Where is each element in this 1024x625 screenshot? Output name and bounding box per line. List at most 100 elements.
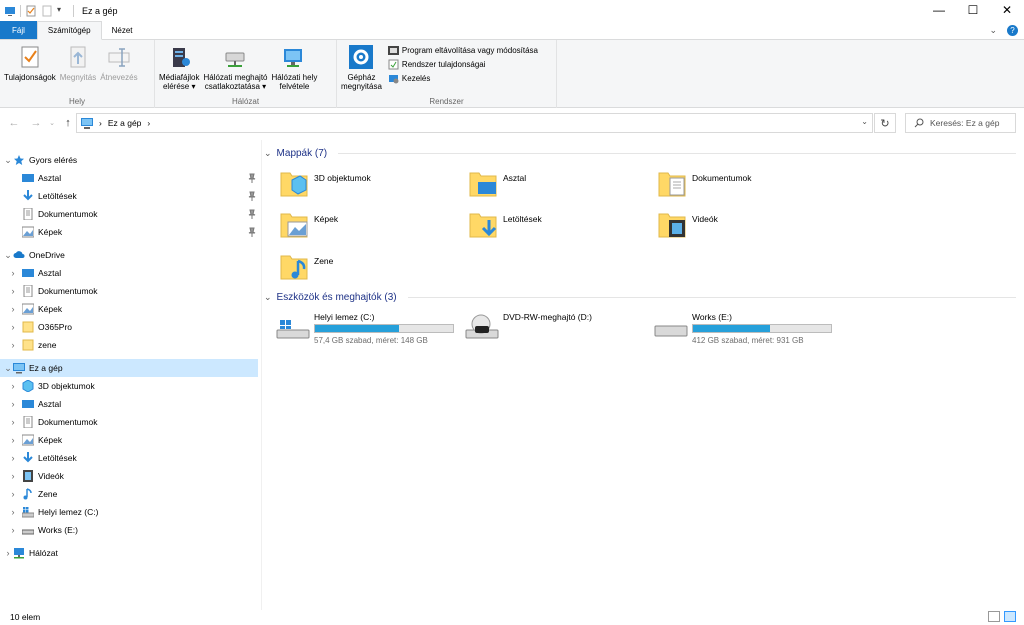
maximize-button[interactable]: ☐ — [956, 0, 990, 20]
folder-documents[interactable]: Dokumentumok — [658, 168, 752, 198]
nav-onedrive[interactable]: ⌄ OneDrive — [0, 246, 258, 264]
expand-icon[interactable]: › — [8, 471, 18, 481]
nav-quick-access[interactable]: ⌄ Gyors elérés — [0, 151, 258, 169]
forward-button[interactable]: → — [28, 117, 44, 129]
address-bar[interactable]: › Ez a gép › ⌄ — [76, 113, 873, 133]
nav-od-documents[interactable]: › Dokumentumok — [0, 282, 258, 300]
group-label-system: Rendszer — [429, 97, 464, 106]
pin-icon[interactable] — [248, 209, 256, 219]
nav-qa-pictures[interactable]: Képek — [0, 223, 258, 241]
folder-music[interactable]: Zene — [280, 251, 333, 281]
nav-pc-documents[interactable]: › Dokumentumok — [0, 413, 258, 431]
expand-icon[interactable]: › — [8, 525, 18, 535]
drive-works-e[interactable]: Works (E:) 412 GB szabad, méret: 931 GB — [654, 312, 832, 345]
search-placeholder: Keresés: Ez a gép — [930, 118, 1000, 128]
folders-section-header[interactable]: ⌄ Mappák (7) — [264, 148, 1016, 159]
devices-section-header[interactable]: ⌄ Eszközök és meghajtók (3) — [264, 292, 1016, 303]
nav-od-o365pro[interactable]: › O365Pro — [0, 318, 258, 336]
manage-button[interactable]: Kezelés — [388, 73, 538, 84]
computer-icon[interactable] — [4, 5, 16, 17]
tab-file[interactable]: Fájl — [0, 21, 37, 39]
collapse-icon[interactable]: ⌄ — [264, 148, 272, 159]
nav-pc-music[interactable]: › Zene — [0, 485, 258, 503]
nav-qa-documents[interactable]: Dokumentumok — [0, 205, 258, 223]
nav-pc-pictures[interactable]: › Képek — [0, 431, 258, 449]
uninstall-program-button[interactable]: Program eltávolítása vagy módosítása — [387, 45, 538, 56]
folder-3d-objects[interactable]: 3D objektumok — [280, 168, 371, 198]
expand-icon[interactable]: › — [8, 340, 18, 350]
minimize-button[interactable]: — — [922, 0, 956, 20]
expand-icon[interactable]: › — [8, 435, 18, 445]
up-button[interactable]: ↑ — [60, 117, 76, 129]
nav-label: Dokumentumok — [38, 286, 98, 296]
breadcrumb-this-pc[interactable]: Ez a gép — [108, 118, 142, 128]
new-folder-icon[interactable] — [41, 5, 53, 17]
properties-icon[interactable] — [25, 5, 37, 17]
drive-free-space: 412 GB szabad, méret: 931 GB — [692, 336, 804, 345]
large-icons-view-button[interactable] — [1004, 611, 1016, 622]
expand-icon[interactable]: › — [8, 399, 18, 409]
expand-icon[interactable]: › — [8, 489, 18, 499]
drive-dvd-rw-d[interactable]: DVD-RW-meghajtó (D:) — [465, 312, 592, 340]
pictures-icon — [22, 226, 34, 238]
folder-downloads[interactable]: Letöltések — [469, 209, 542, 239]
nav-qa-desktop[interactable]: Asztal — [0, 169, 258, 187]
refresh-button[interactable]: ↻ — [874, 113, 896, 133]
star-icon — [14, 155, 24, 165]
customize-qat-icon[interactable]: ▾ — [57, 5, 69, 17]
nav-pc-videos[interactable]: › Videók — [0, 467, 258, 485]
nav-pc-3d-objects[interactable]: › 3D objektumok — [0, 377, 258, 395]
back-button[interactable]: ← — [6, 117, 22, 129]
pin-icon[interactable] — [248, 173, 256, 183]
nav-od-zene[interactable]: › zene — [0, 336, 258, 354]
expand-icon[interactable]: › — [8, 381, 18, 391]
nav-od-desktop[interactable]: › Asztal — [0, 264, 258, 282]
drive-name: DVD-RW-meghajtó (D:) — [503, 312, 592, 322]
ribbon: Tulajdonságok Megnyitás Átnevezés Hely M… — [0, 40, 1024, 108]
expand-icon[interactable]: › — [8, 268, 18, 278]
expand-icon[interactable]: › — [8, 304, 18, 314]
collapse-icon[interactable]: ⌄ — [3, 155, 13, 166]
nav-pc-works-e[interactable]: › Works (E:) — [0, 521, 258, 539]
nav-network[interactable]: › Hálózat — [0, 544, 258, 562]
expand-icon[interactable]: › — [8, 322, 18, 332]
desktop-icon — [22, 400, 34, 408]
pin-icon[interactable] — [248, 227, 256, 237]
expand-icon[interactable]: › — [8, 507, 18, 517]
tab-computer[interactable]: Számítógép — [36, 21, 102, 40]
pane-divider[interactable] — [261, 140, 262, 610]
separator — [73, 5, 74, 17]
nav-od-pictures[interactable]: › Képek — [0, 300, 258, 318]
folder-videos[interactable]: Videók — [658, 209, 718, 239]
videos-icon — [23, 470, 33, 482]
address-dropdown-icon[interactable]: ⌄ — [861, 117, 868, 126]
collapse-icon[interactable]: ⌄ — [3, 250, 13, 261]
close-button[interactable]: ✕ — [990, 0, 1024, 20]
nav-qa-downloads[interactable]: Letöltések — [0, 187, 258, 205]
expand-icon[interactable]: › — [3, 548, 13, 558]
folder-pictures[interactable]: Képek — [280, 209, 338, 239]
tab-view[interactable]: Nézet — [102, 21, 143, 39]
nav-this-pc[interactable]: ⌄ Ez a gép — [0, 359, 258, 377]
nav-pc-downloads[interactable]: › Letöltések — [0, 449, 258, 467]
help-icon[interactable]: ? — [1007, 25, 1018, 36]
drive-usage-fill — [315, 325, 400, 332]
details-view-button[interactable] — [988, 611, 1000, 622]
expand-icon[interactable]: › — [8, 286, 18, 296]
collapse-icon[interactable]: ⌄ — [264, 292, 272, 303]
pin-icon[interactable] — [248, 191, 256, 201]
collapse-icon[interactable]: ⌄ — [3, 363, 13, 374]
expand-icon[interactable]: › — [8, 417, 18, 427]
expand-icon[interactable]: › — [8, 453, 18, 463]
folder-desktop[interactable]: Asztal — [469, 168, 526, 198]
search-box[interactable]: Keresés: Ez a gép — [905, 113, 1016, 133]
nav-pc-desktop[interactable]: › Asztal — [0, 395, 258, 413]
drive-local-disk-c[interactable]: Helyi lemez (C:) 57,4 GB szabad, méret: … — [276, 312, 454, 345]
settings-label-2: megnyitása — [341, 82, 382, 91]
expand-ribbon-icon[interactable]: ⌄ — [989, 25, 997, 36]
nav-pc-local-disk-c[interactable]: › Helyi lemez (C:) — [0, 503, 258, 521]
system-properties-button[interactable]: Rendszer tulajdonságai — [388, 59, 538, 70]
breadcrumb-sep[interactable]: › — [147, 118, 150, 128]
recent-locations-icon[interactable]: ⌄ — [44, 119, 60, 127]
breadcrumb-sep[interactable]: › — [99, 118, 102, 128]
